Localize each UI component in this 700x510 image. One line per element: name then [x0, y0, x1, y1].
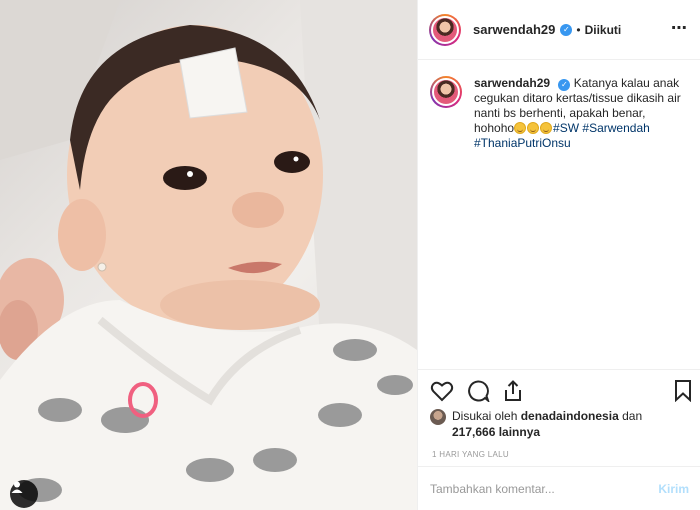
hashtag-link[interactable]: #Sarwendah	[582, 121, 649, 135]
comment-input[interactable]	[430, 481, 659, 496]
caption-author-avatar[interactable]	[430, 76, 462, 108]
verified-badge-icon: ✓	[558, 78, 571, 91]
hashtag-link[interactable]: #ThaniaPutriOnsu	[474, 136, 571, 150]
author-username[interactable]: sarwendah29	[473, 22, 555, 37]
bookmark-icon[interactable]	[674, 380, 692, 402]
comment-icon[interactable]	[466, 380, 490, 402]
likes-prefix: Disukai oleh	[452, 409, 518, 423]
likes-text: Disukai oleh denadaindonesia dan 217,666…	[452, 408, 642, 440]
baby-photo-illustration	[0, 0, 417, 510]
comments-area: sarwendah29 ✓ Katanya kalau anak cegukan…	[418, 60, 700, 370]
liker-username[interactable]: denadaindonesia	[521, 409, 619, 423]
share-icon[interactable]	[502, 380, 524, 402]
heart-icon[interactable]	[430, 380, 454, 402]
caption-username[interactable]: sarwendah29	[474, 76, 550, 90]
user-icon	[11, 481, 23, 493]
separator-dot: •	[576, 22, 581, 37]
post-details-panel: sarwendah29 ✓ • Diikuti ⋯ sarwendah29 ✓ …	[417, 0, 700, 510]
action-bar	[418, 370, 700, 408]
likes-count-link[interactable]: 217,666 lainnya	[452, 425, 540, 439]
hashtag-link[interactable]: #SW	[553, 121, 579, 135]
hug-emoji-icon	[514, 122, 527, 134]
hug-emoji-icon	[540, 122, 553, 134]
liker-avatar[interactable]	[430, 409, 446, 425]
post-timestamp[interactable]: 1 HARI YANG LALU	[418, 450, 700, 459]
hug-emoji-icon	[527, 122, 540, 134]
add-comment-bar: Kirim	[418, 466, 700, 510]
more-options-icon[interactable]: ⋯	[671, 18, 688, 38]
post-photo[interactable]	[0, 0, 417, 510]
likes-middle: dan	[622, 409, 643, 423]
likes-summary: Disukai oleh denadaindonesia dan 217,666…	[418, 408, 700, 440]
tagged-users-button[interactable]	[10, 480, 38, 508]
send-comment-button[interactable]: Kirim	[658, 482, 689, 496]
author-avatar[interactable]	[429, 13, 461, 46]
follow-status-button[interactable]: Diikuti	[585, 23, 622, 37]
post-header: sarwendah29 ✓ • Diikuti ⋯	[418, 0, 700, 60]
post-caption: sarwendah29 ✓ Katanya kalau anak cegukan…	[474, 76, 688, 369]
verified-badge-icon: ✓	[560, 23, 573, 36]
